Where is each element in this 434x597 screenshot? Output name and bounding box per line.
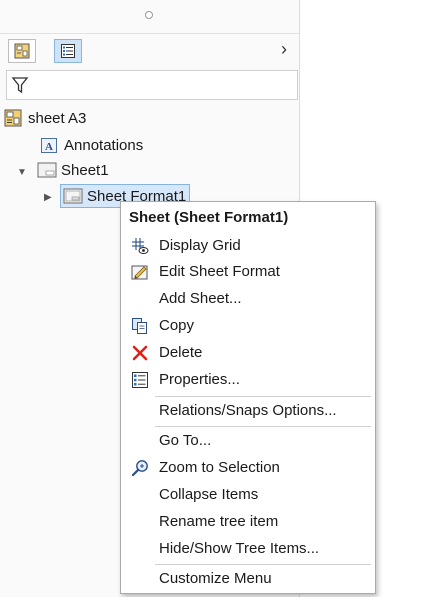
- menu-item-display-grid[interactable]: Display Grid: [121, 233, 375, 259]
- menu-item-hide-show-tree-items[interactable]: Hide/Show Tree Items...: [121, 536, 375, 562]
- tab-feature-tree[interactable]: [54, 39, 82, 63]
- tree-filter-bar[interactable]: [6, 70, 298, 100]
- svg-text:A: A: [45, 141, 53, 153]
- tree-item-annotations[interactable]: A Annotations: [40, 134, 143, 156]
- zoom-to-selection-icon: [131, 459, 149, 477]
- panel-grip-bar[interactable]: [0, 0, 299, 34]
- edit-pencil-icon: [131, 263, 149, 281]
- tab-property-manager[interactable]: [8, 39, 36, 63]
- menu-item-copy[interactable]: Copy: [121, 313, 375, 339]
- menu-item-label: Hide/Show Tree Items...: [159, 540, 320, 557]
- chevron-right-icon[interactable]: ›: [281, 39, 287, 60]
- menu-item-label: Delete: [159, 344, 203, 361]
- menu-separator: [155, 396, 371, 397]
- tree-item-sheet1[interactable]: Sheet1: [37, 159, 109, 181]
- tree-item-sheet1-label: Sheet1: [61, 161, 109, 179]
- funnel-filter-icon[interactable]: [11, 76, 29, 94]
- menu-item-label: Rename tree item: [159, 513, 279, 530]
- menu-item-add-sheet[interactable]: Add Sheet...: [121, 286, 375, 312]
- menu-item-rename-tree-item[interactable]: Rename tree item: [121, 509, 375, 535]
- menu-item-label: Collapse Items: [159, 486, 259, 503]
- menu-item-relations-snaps[interactable]: Relations/Snaps Options...: [121, 398, 375, 424]
- menu-item-label: Zoom to Selection: [159, 459, 280, 476]
- menu-item-properties[interactable]: Properties...: [121, 367, 375, 393]
- sheet-icon: [37, 161, 57, 179]
- feature-manager-tree-icon: [61, 44, 75, 58]
- menu-item-customize-menu[interactable]: Customize Menu: [121, 566, 375, 592]
- drawing-document-icon: [4, 109, 22, 127]
- expand-arrow-icon[interactable]: ▶: [44, 192, 52, 203]
- panel-left-strip: [0, 404, 14, 597]
- menu-item-label: Customize Menu: [159, 570, 272, 587]
- properties-icon: [131, 371, 149, 389]
- context-menu: Sheet (Sheet Format1) Display Grid Edit …: [120, 201, 376, 594]
- menu-separator: [155, 426, 371, 427]
- tree-root-label: sheet A3: [28, 109, 87, 127]
- grid-eye-icon: [131, 237, 149, 255]
- menu-item-label: Relations/Snaps Options...: [159, 402, 337, 419]
- menu-item-label: Add Sheet...: [159, 290, 242, 307]
- grip-handle-icon[interactable]: [145, 11, 153, 19]
- sheet-format-icon: [63, 187, 83, 205]
- property-manager-icon: [14, 43, 30, 59]
- menu-item-go-to[interactable]: Go To...: [121, 428, 375, 454]
- tree-item-annotations-label: Annotations: [64, 136, 144, 154]
- menu-item-zoom-to-selection[interactable]: Zoom to Selection: [121, 455, 375, 481]
- menu-item-edit-sheet-format[interactable]: Edit Sheet Format: [121, 259, 375, 285]
- menu-item-collapse-items[interactable]: Collapse Items: [121, 482, 375, 508]
- menu-item-label: Display Grid: [159, 237, 241, 254]
- menu-item-label: Copy: [159, 317, 195, 334]
- menu-item-label: Properties...: [159, 371, 240, 388]
- panel-tabs: ›: [0, 34, 299, 68]
- context-menu-title: Sheet (Sheet Format1): [129, 209, 289, 226]
- annotation-A-icon: A: [40, 136, 58, 154]
- menu-separator: [155, 564, 371, 565]
- delete-x-icon: [131, 344, 149, 362]
- menu-item-delete[interactable]: Delete: [121, 340, 375, 366]
- collapse-arrow-icon[interactable]: ▼: [17, 167, 27, 178]
- menu-item-label: Edit Sheet Format: [159, 263, 280, 280]
- menu-item-label: Go To...: [159, 432, 212, 449]
- tree-root[interactable]: sheet A3: [4, 107, 86, 129]
- copy-icon: [131, 317, 149, 335]
